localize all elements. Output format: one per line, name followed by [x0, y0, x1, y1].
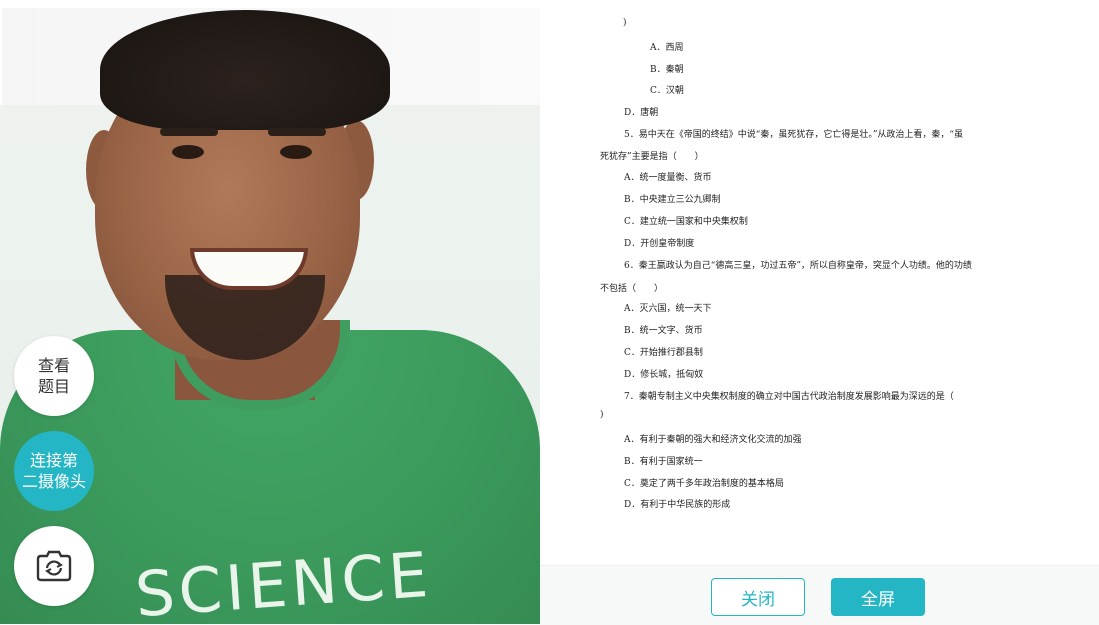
- close-button[interactable]: 关闭: [711, 578, 805, 616]
- doc-line: D．修长城，抵匈奴: [624, 370, 704, 380]
- doc-line: 6．秦王嬴政认为自己“德高三皇，功过五帝”，所以自称皇帝，突显个人功绩。他的功绩: [624, 261, 972, 271]
- doc-line: ): [623, 18, 627, 28]
- doc-line: C．奠定了两千多年政治制度的基本格局: [624, 479, 784, 489]
- view-question-label-line1: 查看: [37, 356, 70, 375]
- camera-preview: SCIENCE 查看 题目 连接第 二摄像头: [0, 0, 540, 624]
- person-hair: [100, 10, 390, 130]
- view-question-label-line2: 题目: [37, 377, 70, 396]
- doc-line: B．中央建立三公九卿制: [624, 195, 721, 205]
- doc-line: B．秦朝: [650, 65, 684, 75]
- doc-line: C．建立统一国家和中央集权制: [624, 217, 748, 227]
- fullscreen-button[interactable]: 全屏: [831, 578, 925, 616]
- doc-line: A．西周: [650, 43, 684, 53]
- doc-line: C．汉朝: [650, 86, 684, 96]
- person-eye-left: [172, 145, 204, 159]
- connect-camera-label-line2: 二摄像头: [21, 472, 86, 491]
- doc-line: A．统一度量衡、货币: [624, 173, 712, 183]
- person-brow-right: [268, 128, 326, 136]
- doc-line: 5．易中天在《帝国的终结》中说“秦，虽死犹存，它亡得是壮。”从政治上看，秦，“虽: [624, 130, 964, 140]
- doc-line: C．开始推行郡县制: [624, 348, 703, 358]
- person-eye-right: [280, 145, 312, 159]
- doc-line: D．唐朝: [624, 108, 659, 118]
- connect-camera-label-line1: 连接第: [29, 451, 78, 470]
- doc-line: 死犹存”主要是指（ ）: [600, 152, 704, 162]
- doc-line: D．有利于中华民族的形成: [624, 500, 731, 510]
- view-question-button[interactable]: 查看 题目: [14, 336, 94, 416]
- doc-line: 不包括（ ）: [600, 284, 664, 294]
- doc-line: A．有利于秦朝的强大和经济文化交流的加强: [624, 435, 802, 445]
- connect-second-camera-button[interactable]: 连接第 二摄像头: [14, 431, 94, 511]
- doc-line: ): [600, 410, 604, 420]
- camera-switch-button[interactable]: [14, 526, 94, 606]
- doc-line: D．开创皇帝制度: [624, 239, 695, 249]
- footer-bar: [540, 565, 1099, 625]
- person-brow-left: [160, 128, 218, 136]
- question-document: ) A．西周 B．秦朝 C．汉朝 D．唐朝 5．易中天在《帝国的终结》中说“秦，…: [540, 0, 1099, 565]
- camera-switch-icon: [36, 550, 72, 582]
- doc-line: B．有利于国家统一: [624, 457, 703, 467]
- doc-line: B．统一文字、货币: [624, 326, 703, 336]
- doc-line: 7．秦朝专制主义中央集权制度的确立对中国古代政治制度发展影响最为深远的是（: [624, 392, 954, 402]
- doc-line: A．灭六国，统一天下: [624, 304, 712, 314]
